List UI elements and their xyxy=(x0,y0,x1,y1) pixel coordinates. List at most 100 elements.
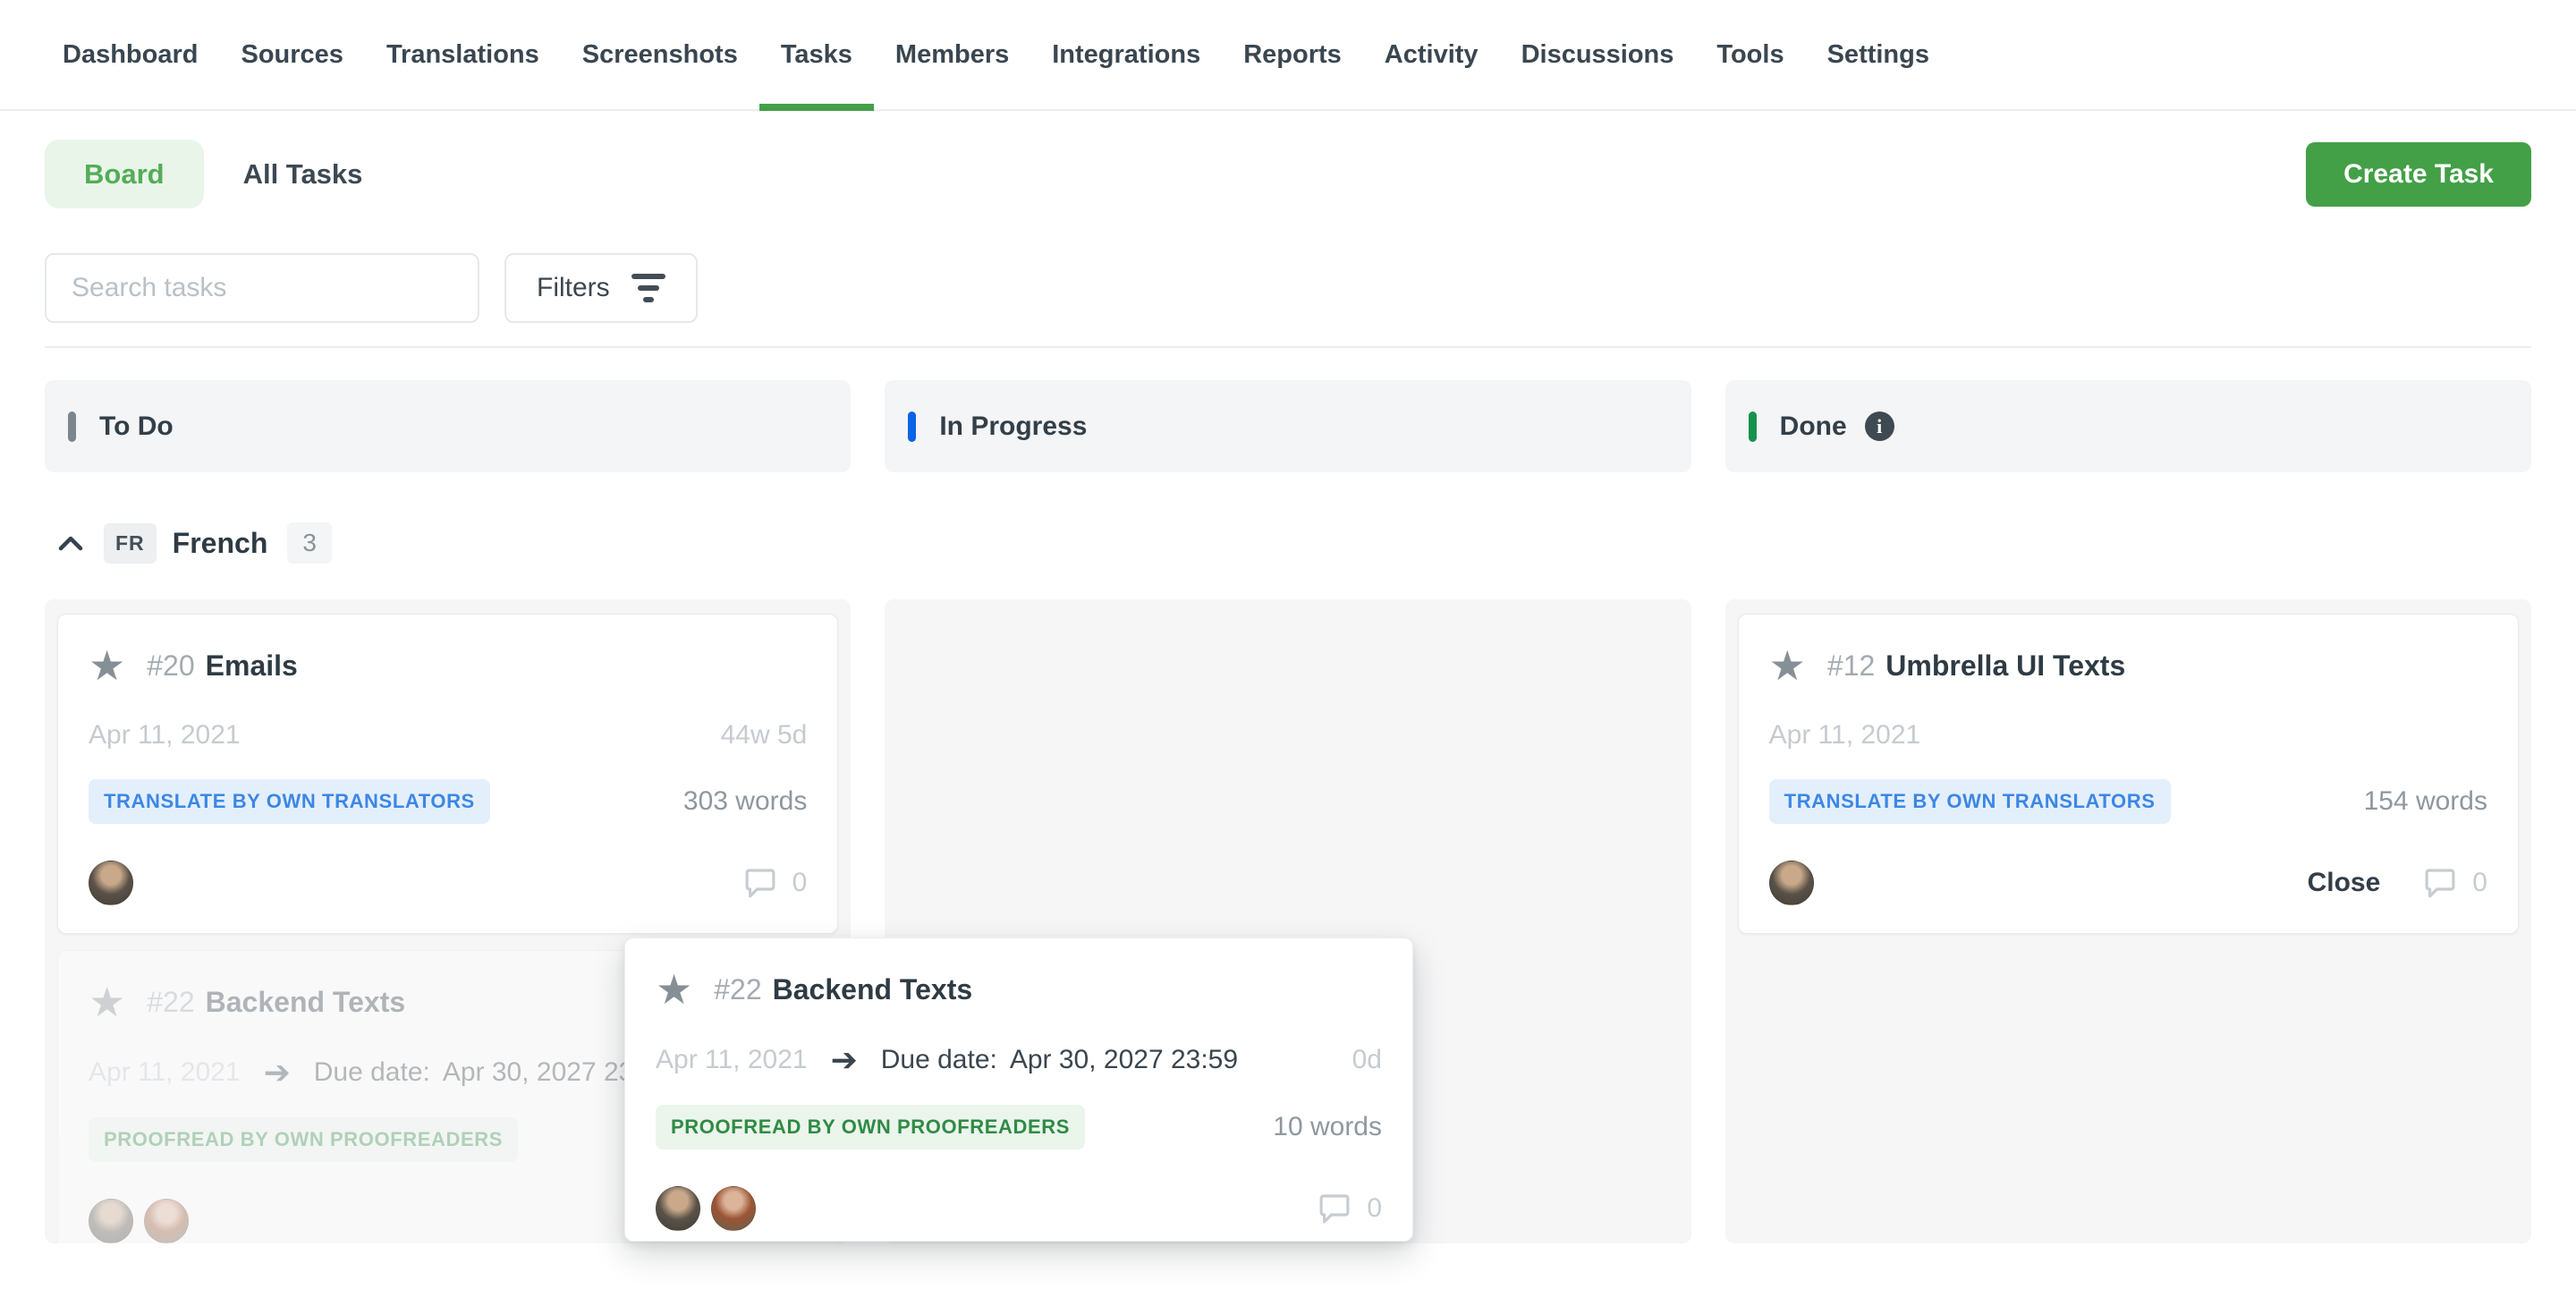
nav-item-sources[interactable]: Sources xyxy=(219,0,364,109)
time-left: 44w 5d xyxy=(721,720,808,751)
assignee-avatars xyxy=(89,1199,189,1243)
task-id: #20 xyxy=(147,649,194,683)
search-row: Filters xyxy=(45,253,2531,323)
board-column-headers: To Do In Progress Done i xyxy=(45,380,2531,472)
todo-status-bar xyxy=(68,411,76,442)
info-icon[interactable]: i xyxy=(1865,411,1894,441)
card-date-row: Apr 11, 2021 ➔ Due date: Apr 30, 2027 23… xyxy=(656,1044,1382,1076)
task-card-umbrella[interactable]: ★ #12 Umbrella UI Texts Apr 11, 2021 TRA… xyxy=(1738,614,2519,934)
avatar xyxy=(144,1199,189,1243)
column-title: To Do xyxy=(99,411,174,442)
comment-count: 0 xyxy=(1367,1193,1382,1224)
comment-bubble-icon xyxy=(1316,1190,1353,1227)
toolbar-divider xyxy=(45,346,2531,348)
nav-item-screenshots[interactable]: Screenshots xyxy=(561,0,759,109)
done-status-bar xyxy=(1749,411,1757,442)
created-date: Apr 11, 2021 xyxy=(656,1045,808,1075)
chevron-up-icon xyxy=(57,535,84,552)
group-task-count: 3 xyxy=(287,522,332,564)
comments-button[interactable]: 0 xyxy=(1316,1190,1382,1227)
star-icon[interactable]: ★ xyxy=(656,969,692,1010)
nav-item-translations[interactable]: Translations xyxy=(365,0,561,109)
search-input[interactable] xyxy=(45,253,479,323)
nav-item-dashboard[interactable]: Dashboard xyxy=(41,0,219,109)
arrow-right-icon: ➔ xyxy=(831,1044,858,1076)
task-title: Umbrella UI Texts xyxy=(1885,649,2125,683)
column-title: In Progress xyxy=(939,411,1087,442)
star-icon[interactable]: ★ xyxy=(89,645,125,686)
filters-button[interactable]: Filters xyxy=(504,253,698,323)
card-footer: 0 xyxy=(89,860,807,906)
card-title-row: ★ #20 Emails xyxy=(89,645,807,686)
avatar xyxy=(1769,861,1814,905)
word-count: 10 words xyxy=(1273,1112,1382,1142)
task-type-badge: PROOFREAD BY OWN PROOFREADERS xyxy=(89,1117,518,1162)
create-task-button[interactable]: Create Task xyxy=(2306,142,2531,207)
avatar xyxy=(89,1199,133,1243)
nav-item-settings[interactable]: Settings xyxy=(1806,0,1951,109)
due-date-label: Due date: xyxy=(881,1045,997,1075)
task-id: #12 xyxy=(1827,649,1875,683)
created-date: Apr 11, 2021 xyxy=(89,1057,241,1088)
word-count: 154 words xyxy=(2364,786,2487,817)
assignee-avatars xyxy=(89,861,133,905)
card-title-row: ★ #12 Umbrella UI Texts xyxy=(1769,645,2487,686)
task-title: Backend Texts xyxy=(773,973,973,1006)
comment-count: 0 xyxy=(792,868,808,898)
assignee-avatars xyxy=(1769,861,1814,905)
comments-button[interactable]: 0 xyxy=(2421,864,2487,902)
task-type-badge: TRANSLATE BY OWN TRANSLATORS xyxy=(89,779,490,824)
task-id: #22 xyxy=(714,973,761,1006)
tab-board[interactable]: Board xyxy=(45,140,204,208)
comment-bubble-icon xyxy=(2421,864,2459,902)
comments-button[interactable]: 0 xyxy=(741,864,808,902)
task-card-emails[interactable]: ★ #20 Emails Apr 11, 2021 44w 5d TRANSLA… xyxy=(57,614,838,934)
column-header-in-progress: In Progress xyxy=(885,380,1690,472)
due-date-label: Due date: xyxy=(314,1057,430,1088)
column-header-todo: To Do xyxy=(45,380,851,472)
language-code-badge: FR xyxy=(104,523,157,564)
column-header-done: Done i xyxy=(1725,380,2531,472)
comment-bubble-icon xyxy=(741,864,779,902)
lane-done: ★ #12 Umbrella UI Texts Apr 11, 2021 TRA… xyxy=(1725,599,2531,1243)
comment-count: 0 xyxy=(2472,868,2487,898)
task-id: #22 xyxy=(147,986,194,1019)
card-date-row: Apr 11, 2021 44w 5d xyxy=(89,720,807,751)
view-row: Board All Tasks Create Task xyxy=(45,140,2531,208)
task-type-badge: PROOFREAD BY OWN PROOFREADERS xyxy=(656,1105,1085,1150)
created-date: Apr 11, 2021 xyxy=(1769,720,1921,751)
filter-icon xyxy=(631,274,665,302)
language-name: French xyxy=(173,527,268,560)
tab-all-tasks[interactable]: All Tasks xyxy=(204,140,402,208)
nav-item-integrations[interactable]: Integrations xyxy=(1030,0,1222,109)
card-title-row: ★ #22 Backend Texts xyxy=(656,969,1382,1010)
nav-item-discussions[interactable]: Discussions xyxy=(1500,0,1696,109)
filters-label: Filters xyxy=(537,273,610,303)
due-date: Apr 30, 2027 23:59 xyxy=(1010,1045,1238,1075)
nav-item-members[interactable]: Members xyxy=(874,0,1030,109)
task-type-badge: TRANSLATE BY OWN TRANSLATORS xyxy=(1769,779,2171,824)
nav-item-tasks[interactable]: Tasks xyxy=(759,0,874,109)
close-task-button[interactable]: Close xyxy=(2308,868,2381,898)
nav-item-reports[interactable]: Reports xyxy=(1222,0,1363,109)
task-card-backend-dragging[interactable]: ★ #22 Backend Texts Apr 11, 2021 ➔ Due d… xyxy=(624,937,1413,1242)
word-count: 303 words xyxy=(683,786,807,817)
avatar xyxy=(89,861,133,905)
column-title: Done xyxy=(1780,411,1847,442)
card-badge-row: PROOFREAD BY OWN PROOFREADERS 10 words xyxy=(656,1105,1382,1150)
time-left: 0d xyxy=(1352,1045,1382,1075)
view-tabs: Board All Tasks xyxy=(45,140,402,208)
assignee-avatars xyxy=(656,1186,756,1231)
avatar xyxy=(656,1186,700,1231)
language-group-header: FR French 3 xyxy=(45,522,2531,564)
collapse-group-button[interactable] xyxy=(57,535,84,552)
task-title: Backend Texts xyxy=(206,986,406,1019)
star-icon[interactable]: ★ xyxy=(1769,645,1806,686)
card-badge-row: TRANSLATE BY OWN TRANSLATORS 154 words xyxy=(1769,779,2487,824)
card-footer: Close 0 xyxy=(1769,860,2487,906)
in-progress-status-bar xyxy=(908,411,916,442)
nav-item-tools[interactable]: Tools xyxy=(1695,0,1805,109)
card-footer: 0 xyxy=(656,1185,1382,1232)
nav-item-activity[interactable]: Activity xyxy=(1363,0,1500,109)
task-title: Emails xyxy=(206,649,298,683)
